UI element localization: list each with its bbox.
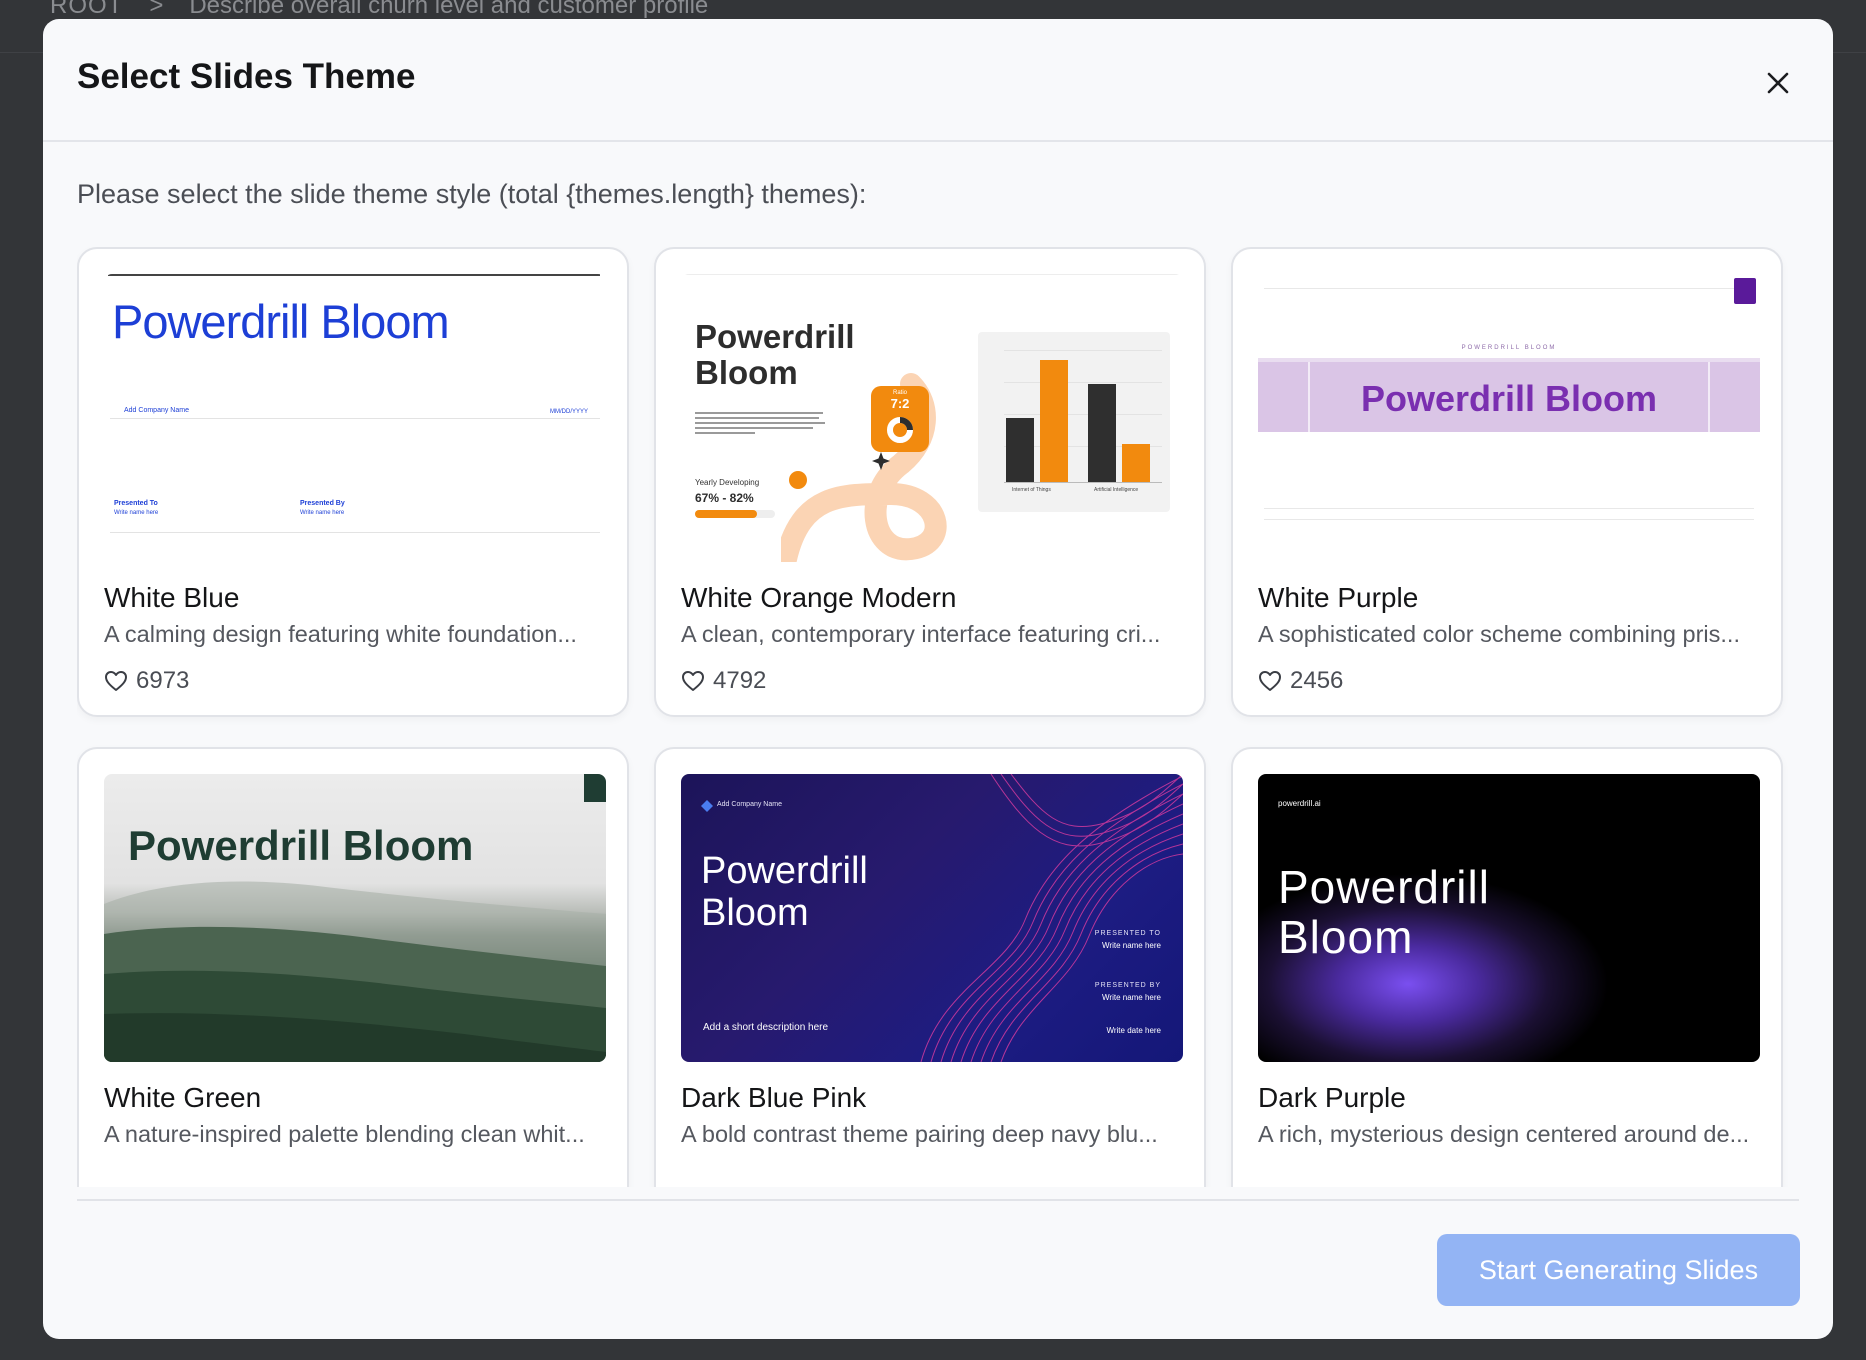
like-count[interactable]: 6973 <box>104 667 189 695</box>
preview-corner-tab <box>584 774 606 802</box>
preview-name-by: Write name here <box>1102 993 1161 1002</box>
preview-metric-value: 67% - 82% <box>695 491 754 505</box>
preview-name-to: Write name here <box>1102 941 1161 950</box>
heart-icon <box>682 671 704 691</box>
theme-description: A sophisticated color scheme combining p… <box>1258 621 1740 647</box>
theme-card-white-green[interactable]: Powerdrill Bloom White Green A nature-in… <box>77 747 629 1187</box>
preview-bar-label-1: Internet of Things <box>1012 487 1051 493</box>
preview-description: Add a short description here <box>703 1022 829 1033</box>
preview-metric-label: Yearly Developing <box>695 478 760 487</box>
preview-title: Powerdrill Bloom <box>1360 378 1658 419</box>
theme-name: Dark Purple <box>1258 1082 1406 1113</box>
theme-description: A calming design featuring white foundat… <box>104 621 577 647</box>
preview-corner-tab <box>1734 278 1756 304</box>
theme-preview-white-green: Powerdrill Bloom <box>104 774 606 1062</box>
preview-eyebrow: POWERDRILL BLOOM <box>1461 345 1557 351</box>
preview-company: Add Company Name <box>124 407 189 414</box>
preview-title: Powerdrill Bloom <box>112 295 450 348</box>
theme-card-dark-purple[interactable]: powerdrill.ai Powerdrill Bloom Dark Purp… <box>1231 747 1783 1187</box>
breadcrumb-current: Describe overall churn level and custome… <box>189 0 709 19</box>
start-generating-slides-button[interactable]: Start Generating Slides <box>1437 1234 1800 1306</box>
preview-ratio: 7:2 <box>890 396 910 411</box>
preview-bar-chart: Internet of Things Artificial Intelligen… <box>978 332 1170 512</box>
preview-bar-label-2: Artificial Intelligence <box>1094 487 1139 493</box>
theme-preview-white-blue: Powerdrill Bloom Add Company Name MM/DD/… <box>104 274 606 562</box>
theme-description: A bold contrast theme pairing deep navy … <box>681 1121 1158 1147</box>
preview-date: MM/DD/YYYY <box>550 409 589 415</box>
theme-description: A nature-inspired palette blending clean… <box>104 1121 585 1147</box>
theme-card-dark-blue-pink[interactable]: Add Company Name Powerdrill Bloom PRESEN… <box>654 747 1206 1187</box>
theme-name: White Blue <box>104 582 240 613</box>
theme-name: White Purple <box>1258 582 1419 613</box>
preview-title-band: Powerdrill Bloom <box>1258 362 1760 432</box>
preview-title-line1: Powerdrill <box>701 850 868 892</box>
heart-icon <box>105 671 127 691</box>
preview-progress-track <box>695 510 775 518</box>
preview-title-line2: Bloom <box>701 892 809 934</box>
theme-preview-dark-purple: powerdrill.ai Powerdrill Bloom <box>1258 774 1760 1062</box>
theme-grid: Powerdrill Bloom Add Company Name MM/DD/… <box>77 247 1794 1187</box>
breadcrumb-separator: > <box>149 0 164 19</box>
theme-preview-white-purple: POWERDRILL BLOOM Powerdrill Bloom <box>1258 274 1760 562</box>
preview-wave-lines <box>920 774 1183 1062</box>
preview-company: Add Company Name <box>717 801 782 808</box>
theme-card-white-purple[interactable]: POWERDRILL BLOOM Powerdrill Bloom White … <box>1231 247 1783 717</box>
theme-description: A clean, contemporary interface featurin… <box>681 621 1161 647</box>
theme-preview-white-orange-modern: Powerdrill Bloom Ratio 7:2 Yearly Develo… <box>681 274 1183 562</box>
modal-subtitle: Please select the slide theme style (tot… <box>77 179 867 209</box>
like-count-value: 2456 <box>1290 667 1344 694</box>
theme-name: Dark Blue Pink <box>681 1082 867 1113</box>
footer-divider <box>77 1199 1799 1201</box>
preview-dot-icon <box>789 471 807 489</box>
preview-forest <box>104 881 606 1062</box>
modal-header: Select Slides Theme <box>43 19 1833 142</box>
close-icon <box>1767 72 1789 94</box>
preview-brand: powerdrill.ai <box>1278 799 1321 808</box>
preview-bar <box>1040 360 1068 482</box>
theme-card-white-orange-modern[interactable]: Powerdrill Bloom Ratio 7:2 Yearly Develo… <box>654 247 1206 717</box>
preview-name-by: Write name here <box>300 510 345 516</box>
preview-title-line1: Powerdrill <box>1278 861 1490 913</box>
breadcrumb-root[interactable]: ROOT <box>50 0 123 20</box>
preview-presented-by: Presented By <box>300 500 345 507</box>
preview-presented-by: PRESENTED BY <box>1094 982 1161 989</box>
preview-bar <box>1006 418 1034 482</box>
preview-bar <box>1122 444 1150 482</box>
preview-name-to: Write name here <box>114 510 159 516</box>
close-button[interactable] <box>1759 64 1797 102</box>
preview-presented-to: Presented To <box>114 500 158 507</box>
theme-card-white-blue[interactable]: Powerdrill Bloom Add Company Name MM/DD/… <box>77 247 629 717</box>
preview-date: Write date here <box>1106 1026 1161 1035</box>
sparkle-icon <box>872 452 890 470</box>
heart-icon <box>1259 671 1281 691</box>
preview-donut <box>887 417 913 443</box>
preview-title-line2: Bloom <box>1278 911 1414 963</box>
preview-progress-fill <box>695 510 757 518</box>
preview-title: Powerdrill Bloom <box>128 822 474 869</box>
like-count[interactable]: 4792 <box>681 667 766 695</box>
like-count-value: 6973 <box>136 667 190 694</box>
modal-title: Select Slides Theme <box>77 57 416 96</box>
company-logo-icon <box>701 800 713 812</box>
preview-presented-to: PRESENTED TO <box>1094 930 1161 937</box>
preview-ratio-tile: Ratio 7:2 <box>871 386 929 452</box>
like-count[interactable]: 2456 <box>1258 667 1343 695</box>
like-count-value: 4792 <box>713 667 767 694</box>
theme-name: White Green <box>104 1082 262 1113</box>
theme-description: A rich, mysterious design centered aroun… <box>1258 1121 1750 1147</box>
theme-name: White Orange Modern <box>681 582 957 613</box>
select-theme-modal: Select Slides Theme Please select the sl… <box>43 19 1833 1339</box>
preview-bar <box>1088 384 1116 482</box>
theme-preview-dark-blue-pink: Add Company Name Powerdrill Bloom PRESEN… <box>681 774 1183 1062</box>
